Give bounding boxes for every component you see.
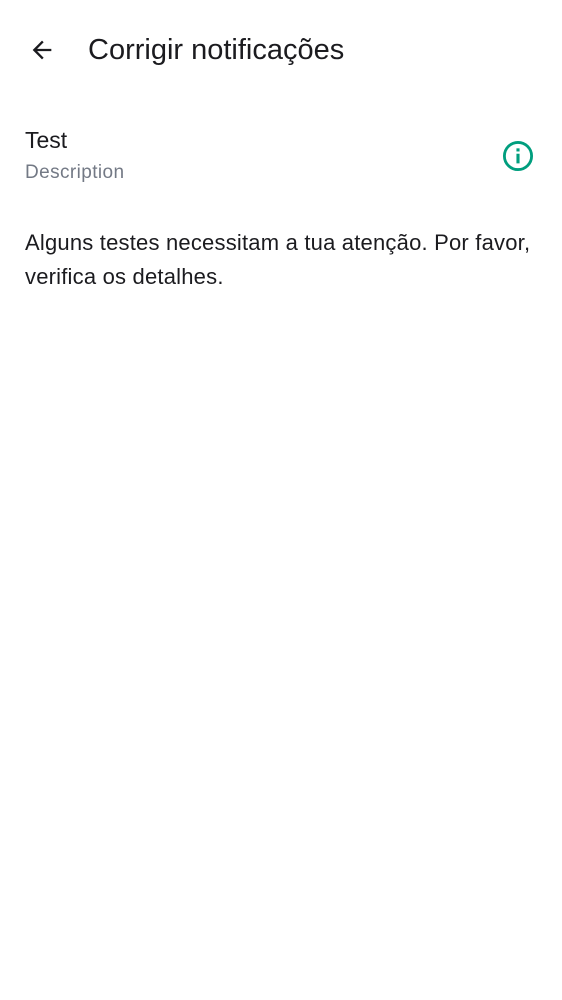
test-description: Description <box>25 162 125 183</box>
arrow-back-icon <box>32 40 52 60</box>
page-title: Corrigir notificações <box>88 34 345 66</box>
app-bar: Corrigir notificações <box>0 0 562 100</box>
test-title: Test <box>25 127 68 153</box>
test-list-item[interactable]: Test Description <box>0 112 562 202</box>
attention-message: Alguns testes necessitam a tua atenção. … <box>25 230 531 289</box>
info-circle-icon <box>502 140 534 172</box>
info-button[interactable] <box>494 132 542 180</box>
back-button[interactable] <box>18 26 66 74</box>
